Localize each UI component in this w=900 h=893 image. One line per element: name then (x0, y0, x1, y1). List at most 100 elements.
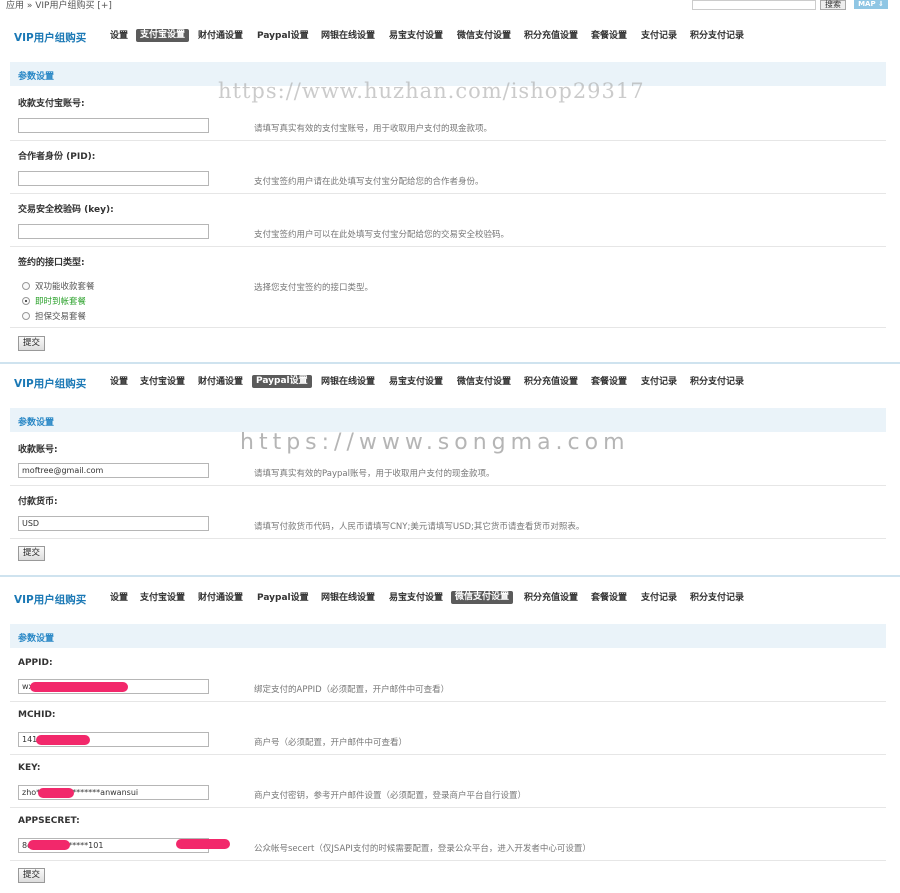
paypal-panel: VIP用户组购买 设置 支付宝设置 财付通设置 Paypal设置 网银在线设置 … (0, 372, 900, 568)
appid-hint: 绑定支付的APPID（必须配置，开户邮件中可查看） (254, 685, 450, 695)
redaction-mark (176, 839, 230, 849)
appid-label: APPID: (18, 658, 53, 668)
tab-paypal[interactable]: Paypal设置 (252, 375, 312, 388)
breadcrumb[interactable]: 应用 » VIP用户组购买 [+] (6, 0, 112, 12)
tab-yeepay[interactable]: 易宝支付设置 (389, 593, 443, 604)
plugin-brand[interactable]: VIP用户组购买 (14, 30, 86, 45)
radio-label: 即时到帐套餐 (35, 297, 87, 307)
alipay-account-label: 收款支付宝账号: (18, 99, 85, 109)
row-divider (10, 193, 886, 194)
paypal-currency-hint: 请填写付款货币代码，人民币请填写CNY;美元请填写USD;其它货币请查看货币对照… (254, 522, 585, 532)
paypal-account-hint: 请填写真实有效的Paypal账号，用于收取用户支付的现金款项。 (254, 469, 495, 479)
tab-yeepay[interactable]: 易宝支付设置 (389, 377, 443, 388)
key-hint: 商户支付密钥，参考开户邮件设置（必须配置，登录商户平台自行设置） (254, 791, 527, 801)
tab-tenpay[interactable]: 财付通设置 (198, 377, 243, 388)
tab-credit-payment-log[interactable]: 积分支付记录 (690, 593, 744, 604)
alipay-key-hint: 支付宝签约用户可以在此处填写支付宝分配给您的交易安全校验码。 (254, 230, 510, 240)
plugin-menu: VIP用户组购买 设置 支付宝设置 财付通设置 Paypal设置 网银在线设置 … (0, 372, 900, 392)
top-search-button[interactable]: 搜索 (820, 0, 846, 10)
tab-paypal[interactable]: Paypal设置 (257, 31, 309, 42)
submit-button[interactable]: 提交 (18, 546, 45, 561)
tab-tenpay[interactable]: 财付通设置 (198, 593, 243, 604)
tab-credit-recharge[interactable]: 积分充值设置 (524, 31, 578, 42)
tab-alipay[interactable]: 支付宝设置 (140, 593, 185, 604)
alipay-key-input[interactable] (18, 224, 209, 239)
tab-wechat[interactable]: 微信支付设置 (457, 377, 511, 388)
paypal-account-label: 收款账号: (18, 445, 58, 455)
tab-settings[interactable]: 设置 (110, 31, 128, 42)
paypal-currency-label: 付款货币: (18, 497, 58, 507)
alipay-account-hint: 请填写真实有效的支付宝账号，用于收取用户支付的现金款项。 (254, 124, 493, 134)
radio-checked-icon[interactable] (22, 297, 30, 305)
alipay-pid-input[interactable] (18, 171, 209, 186)
redaction-mark (38, 788, 74, 798)
row-divider (10, 246, 886, 247)
redaction-mark (36, 735, 90, 745)
tab-packages[interactable]: 套餐设置 (591, 377, 627, 388)
tab-payment-log[interactable]: 支付记录 (641, 593, 677, 604)
appsecret-label: APPSECRET: (18, 816, 80, 826)
tab-chinabank[interactable]: 网银在线设置 (321, 593, 375, 604)
tab-payment-log[interactable]: 支付记录 (641, 377, 677, 388)
radio-unchecked-icon[interactable] (22, 312, 30, 320)
radio-label: 担保交易套餐 (35, 312, 87, 322)
tab-wechat[interactable]: 微信支付设置 (451, 591, 514, 604)
tab-wechat[interactable]: 微信支付设置 (457, 31, 511, 42)
radio-dual-function[interactable]: 双功能收款套餐 (22, 280, 95, 292)
top-bar: 应用 » VIP用户组购买 [+] 搜索 MAP ⇓ (0, 0, 900, 14)
alipay-interface-label: 签约的接口类型: (18, 258, 85, 268)
plugin-brand[interactable]: VIP用户组购买 (14, 376, 86, 391)
tab-credit-recharge[interactable]: 积分充值设置 (524, 377, 578, 388)
tab-packages[interactable]: 套餐设置 (591, 593, 627, 604)
panel-divider (0, 575, 900, 577)
row-divider (10, 807, 886, 808)
map-button[interactable]: MAP ⇓ (854, 0, 888, 9)
section-header: 参数设置 (10, 624, 886, 648)
radio-escrow[interactable]: 担保交易套餐 (22, 310, 86, 322)
tab-paypal[interactable]: Paypal设置 (257, 593, 309, 604)
row-divider (10, 701, 886, 702)
alipay-interface-hint: 选择您支付宝签约的接口类型。 (254, 283, 374, 293)
tab-credit-payment-log[interactable]: 积分支付记录 (690, 377, 744, 388)
tab-credit-recharge[interactable]: 积分充值设置 (524, 593, 578, 604)
submit-button[interactable]: 提交 (18, 336, 45, 351)
top-search-input[interactable] (692, 0, 816, 10)
row-divider (10, 538, 886, 539)
tab-settings[interactable]: 设置 (110, 377, 128, 388)
plugin-menu: VIP用户组购买 设置 支付宝设置 财付通设置 Paypal设置 网银在线设置 … (0, 588, 900, 608)
appsecret-hint: 公众帐号secert（仅JSAPI支付的时候需要配置，登录公众平台，进入开发者中… (254, 844, 591, 854)
tab-chinabank[interactable]: 网银在线设置 (321, 377, 375, 388)
tab-settings[interactable]: 设置 (110, 593, 128, 604)
paypal-account-input[interactable] (18, 463, 209, 478)
tab-packages[interactable]: 套餐设置 (591, 31, 627, 42)
tab-alipay[interactable]: 支付宝设置 (140, 377, 185, 388)
paypal-currency-input[interactable] (18, 516, 209, 531)
row-divider (10, 327, 886, 328)
wechat-panel: VIP用户组购买 设置 支付宝设置 财付通设置 Paypal设置 网银在线设置 … (0, 588, 900, 893)
panel-divider (0, 362, 900, 364)
section-header: 参数设置 (10, 408, 886, 432)
plugin-brand[interactable]: VIP用户组购买 (14, 592, 86, 607)
tab-yeepay[interactable]: 易宝支付设置 (389, 31, 443, 42)
radio-instant[interactable]: 即时到帐套餐 (22, 295, 86, 307)
alipay-pid-label: 合作者身份 (PID): (18, 152, 96, 162)
section-title: 参数设置 (18, 634, 55, 644)
row-divider (10, 485, 886, 486)
radio-unchecked-icon[interactable] (22, 282, 30, 290)
submit-button[interactable]: 提交 (18, 868, 45, 883)
watermark-text: https://www.huzhan.com/ishop29317 (218, 79, 645, 103)
section-title: 参数设置 (18, 72, 55, 82)
mchid-hint: 商户号（必须配置，开户邮件中可查看） (254, 738, 408, 748)
tab-tenpay[interactable]: 财付通设置 (198, 31, 243, 42)
plugin-menu: VIP用户组购买 设置 支付宝设置 财付通设置 Paypal设置 网银在线设置 … (0, 26, 900, 46)
tab-alipay[interactable]: 支付宝设置 (136, 29, 190, 42)
tab-payment-log[interactable]: 支付记录 (641, 31, 677, 42)
watermark-text: https://www.songma.com (240, 430, 630, 455)
row-divider (10, 754, 886, 755)
alipay-account-input[interactable] (18, 118, 209, 133)
tab-chinabank[interactable]: 网银在线设置 (321, 31, 375, 42)
tab-credit-payment-log[interactable]: 积分支付记录 (690, 31, 744, 42)
radio-label: 双功能收款套餐 (35, 282, 95, 292)
redaction-mark (30, 682, 128, 692)
key-label: KEY: (18, 763, 41, 773)
